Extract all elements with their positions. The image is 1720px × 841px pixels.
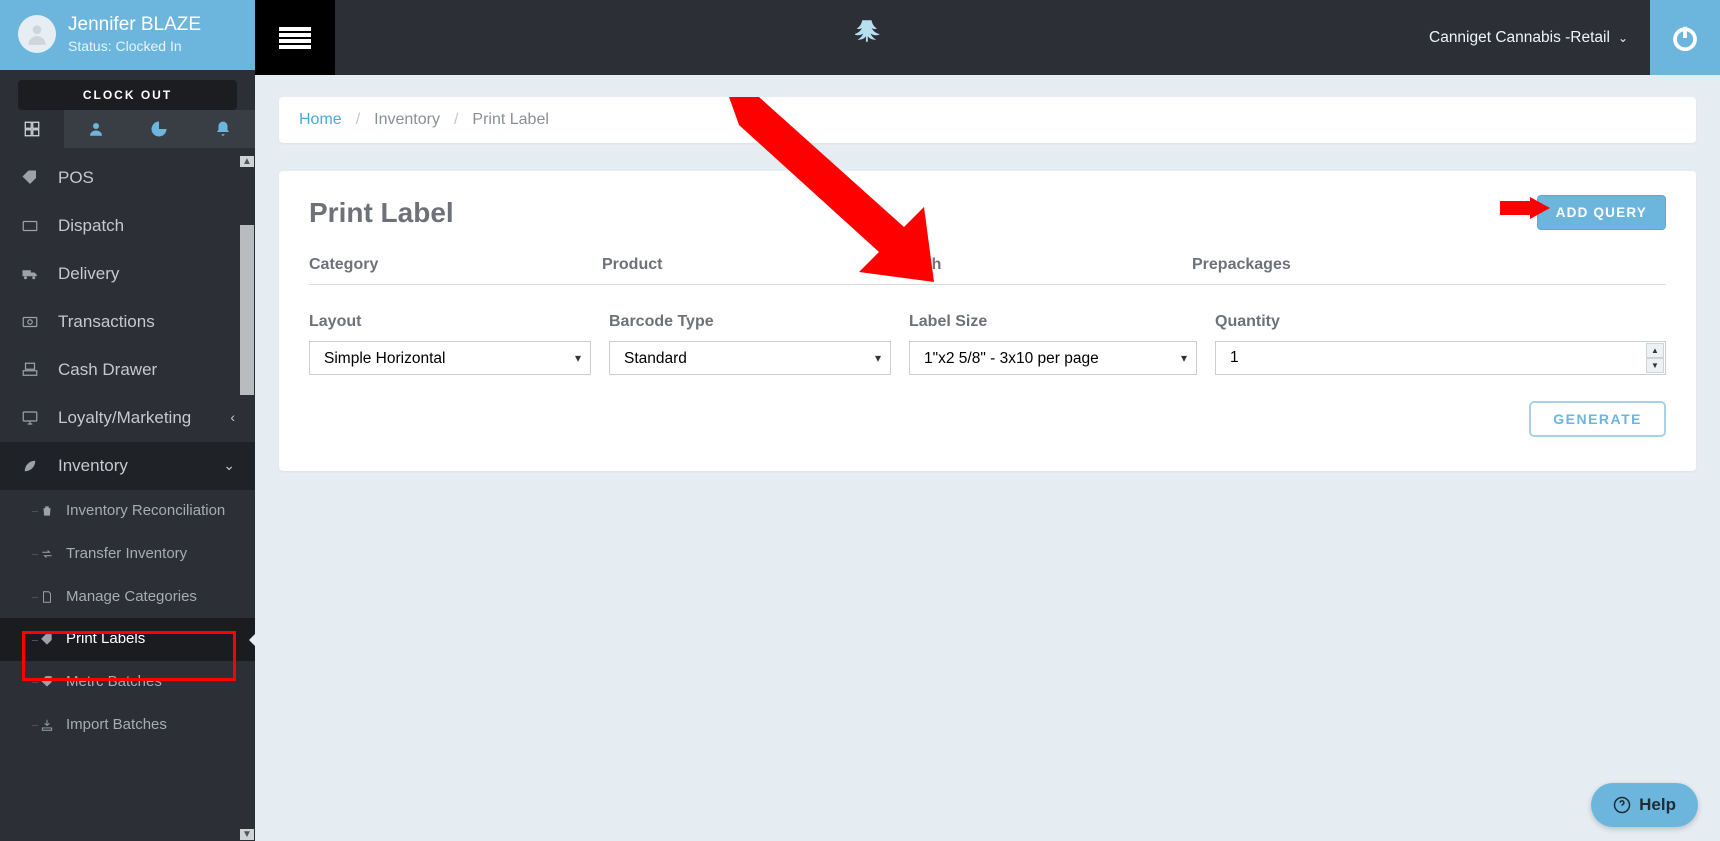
breadcrumb: Home / Inventory / Print Label: [279, 97, 1696, 143]
layout-label: Layout: [309, 313, 591, 331]
size-select[interactable]: 1"x2 5/8" - 3x10 per page: [909, 341, 1197, 375]
nav-label: Loyalty/Marketing: [58, 408, 191, 428]
generate-button[interactable]: GENERATE: [1529, 401, 1666, 437]
page-title: Print Label: [309, 197, 454, 229]
query-columns-header: Category Product Batch Prepackages: [309, 256, 1666, 285]
clock-out-button[interactable]: CLOCK OUT: [18, 80, 237, 110]
label-form: Layout Simple Horizontal Barcode Type St…: [309, 313, 1666, 375]
help-label: Help: [1639, 795, 1676, 815]
sub-label: Import Batches: [66, 716, 167, 735]
sub-import-batches[interactable]: Import Batches: [0, 704, 255, 747]
scroll-down-button[interactable]: ▼: [240, 829, 254, 840]
main: Canniget Cannabis -Retail ⌄ Home / Inven…: [255, 0, 1720, 841]
breadcrumb-current: Print Label: [472, 111, 549, 129]
quantity-spinner: ▲ ▼: [1646, 343, 1664, 373]
truck-icon: [20, 265, 40, 283]
sub-transfer-inventory[interactable]: Transfer Inventory: [0, 533, 255, 576]
tag-icon: [20, 169, 40, 187]
nav-label: Cash Drawer: [58, 360, 157, 380]
nav-delivery[interactable]: Delivery: [0, 250, 255, 298]
power-icon: [1670, 23, 1700, 53]
qty-down[interactable]: ▼: [1646, 358, 1664, 373]
avatar: [18, 15, 56, 53]
leaf-icon: [20, 457, 40, 475]
transfer-icon: [40, 547, 54, 561]
sidebar-nav: POS Dispatch Delivery Transactions Cash …: [0, 148, 255, 841]
col-batch: Batch: [897, 256, 1192, 274]
nav-cash-drawer[interactable]: Cash Drawer: [0, 346, 255, 394]
size-label: Label Size: [909, 313, 1197, 331]
tab-bell-icon[interactable]: [191, 110, 255, 148]
sub-label: Manage Categories: [66, 588, 197, 607]
sidebar-icon-tabs: [0, 110, 255, 148]
content: Home / Inventory / Print Label Print Lab…: [255, 75, 1720, 841]
company-name: Canniget Cannabis -Retail: [1429, 29, 1610, 47]
sub-inventory-reconciliation[interactable]: Inventory Reconciliation: [0, 490, 255, 533]
sidebar-user-block: Jennifer BLAZE Status: Clocked In: [0, 0, 255, 70]
nav-label: Dispatch: [58, 216, 124, 236]
sub-label: Inventory Reconciliation: [66, 502, 225, 521]
sub-label: Transfer Inventory: [66, 545, 187, 564]
qty-up[interactable]: ▲: [1646, 343, 1664, 358]
chevron-left-icon: ‹: [230, 409, 235, 425]
nav-pos[interactable]: POS: [0, 154, 255, 202]
help-icon: [1613, 796, 1631, 814]
monitor-icon: [20, 409, 40, 427]
sub-manage-categories[interactable]: Manage Categories: [0, 576, 255, 619]
power-button[interactable]: [1650, 0, 1720, 75]
sidebar: Jennifer BLAZE Status: Clocked In CLOCK …: [0, 0, 255, 841]
user-status: Status: Clocked In: [68, 38, 201, 54]
nav-inventory[interactable]: Inventory ⌄: [0, 442, 255, 490]
col-product: Product: [602, 256, 897, 274]
subnav-inventory: Inventory Reconciliation Transfer Invent…: [0, 490, 255, 747]
nav-transactions[interactable]: Transactions: [0, 298, 255, 346]
sub-label: Metrc Batches: [66, 673, 162, 692]
quantity-input[interactable]: [1215, 341, 1666, 375]
sub-metrc-batches[interactable]: Metrc Batches: [0, 661, 255, 704]
nav-label: Delivery: [58, 264, 119, 284]
dispatch-icon: [20, 217, 40, 235]
nav-label: Transactions: [58, 312, 155, 332]
barcode-select[interactable]: Standard: [609, 341, 891, 375]
nav-loyalty[interactable]: Loyalty/Marketing ‹: [0, 394, 255, 442]
breadcrumb-sep: /: [356, 111, 360, 129]
company-dropdown[interactable]: Canniget Cannabis -Retail ⌄: [1407, 0, 1650, 75]
topbar: Canniget Cannabis -Retail ⌄: [255, 0, 1720, 75]
money-icon: [20, 313, 40, 331]
tab-user-icon[interactable]: [64, 110, 128, 148]
nav-label: POS: [58, 168, 94, 188]
user-name: Jennifer BLAZE: [68, 14, 201, 36]
print-label-panel: Print Label ADD QUERY Category Product B…: [279, 171, 1696, 471]
nav-label: Inventory: [58, 456, 128, 476]
nav-dispatch[interactable]: Dispatch: [0, 202, 255, 250]
breadcrumb-home[interactable]: Home: [299, 111, 342, 129]
hamburger-button[interactable]: [255, 0, 335, 75]
chevron-down-icon: ⌄: [1618, 31, 1628, 45]
tab-apps-icon[interactable]: [0, 110, 64, 148]
help-button[interactable]: Help: [1591, 783, 1698, 827]
tag-icon: [40, 633, 54, 647]
file-icon: [40, 590, 54, 604]
leaf-logo-icon: [855, 19, 887, 57]
drawer-icon: [20, 361, 40, 379]
breadcrumb-inventory: Inventory: [374, 111, 440, 129]
trash-icon: [40, 504, 54, 518]
import-icon: [40, 718, 54, 732]
tab-analytics-icon[interactable]: [128, 110, 192, 148]
layout-select[interactable]: Simple Horizontal: [309, 341, 591, 375]
chevron-down-icon: ⌄: [223, 457, 235, 474]
barcode-label: Barcode Type: [609, 313, 891, 331]
qty-label: Quantity: [1215, 313, 1666, 331]
tag-icon: [40, 675, 54, 689]
col-prepackages: Prepackages: [1192, 256, 1291, 274]
brand-logo: [335, 0, 1407, 75]
col-category: Category: [309, 256, 602, 274]
add-query-button[interactable]: ADD QUERY: [1537, 195, 1666, 230]
sub-label: Print Labels: [66, 630, 145, 649]
sub-print-labels[interactable]: Print Labels: [0, 618, 255, 661]
hamburger-icon: [279, 27, 311, 49]
breadcrumb-sep: /: [454, 111, 458, 129]
